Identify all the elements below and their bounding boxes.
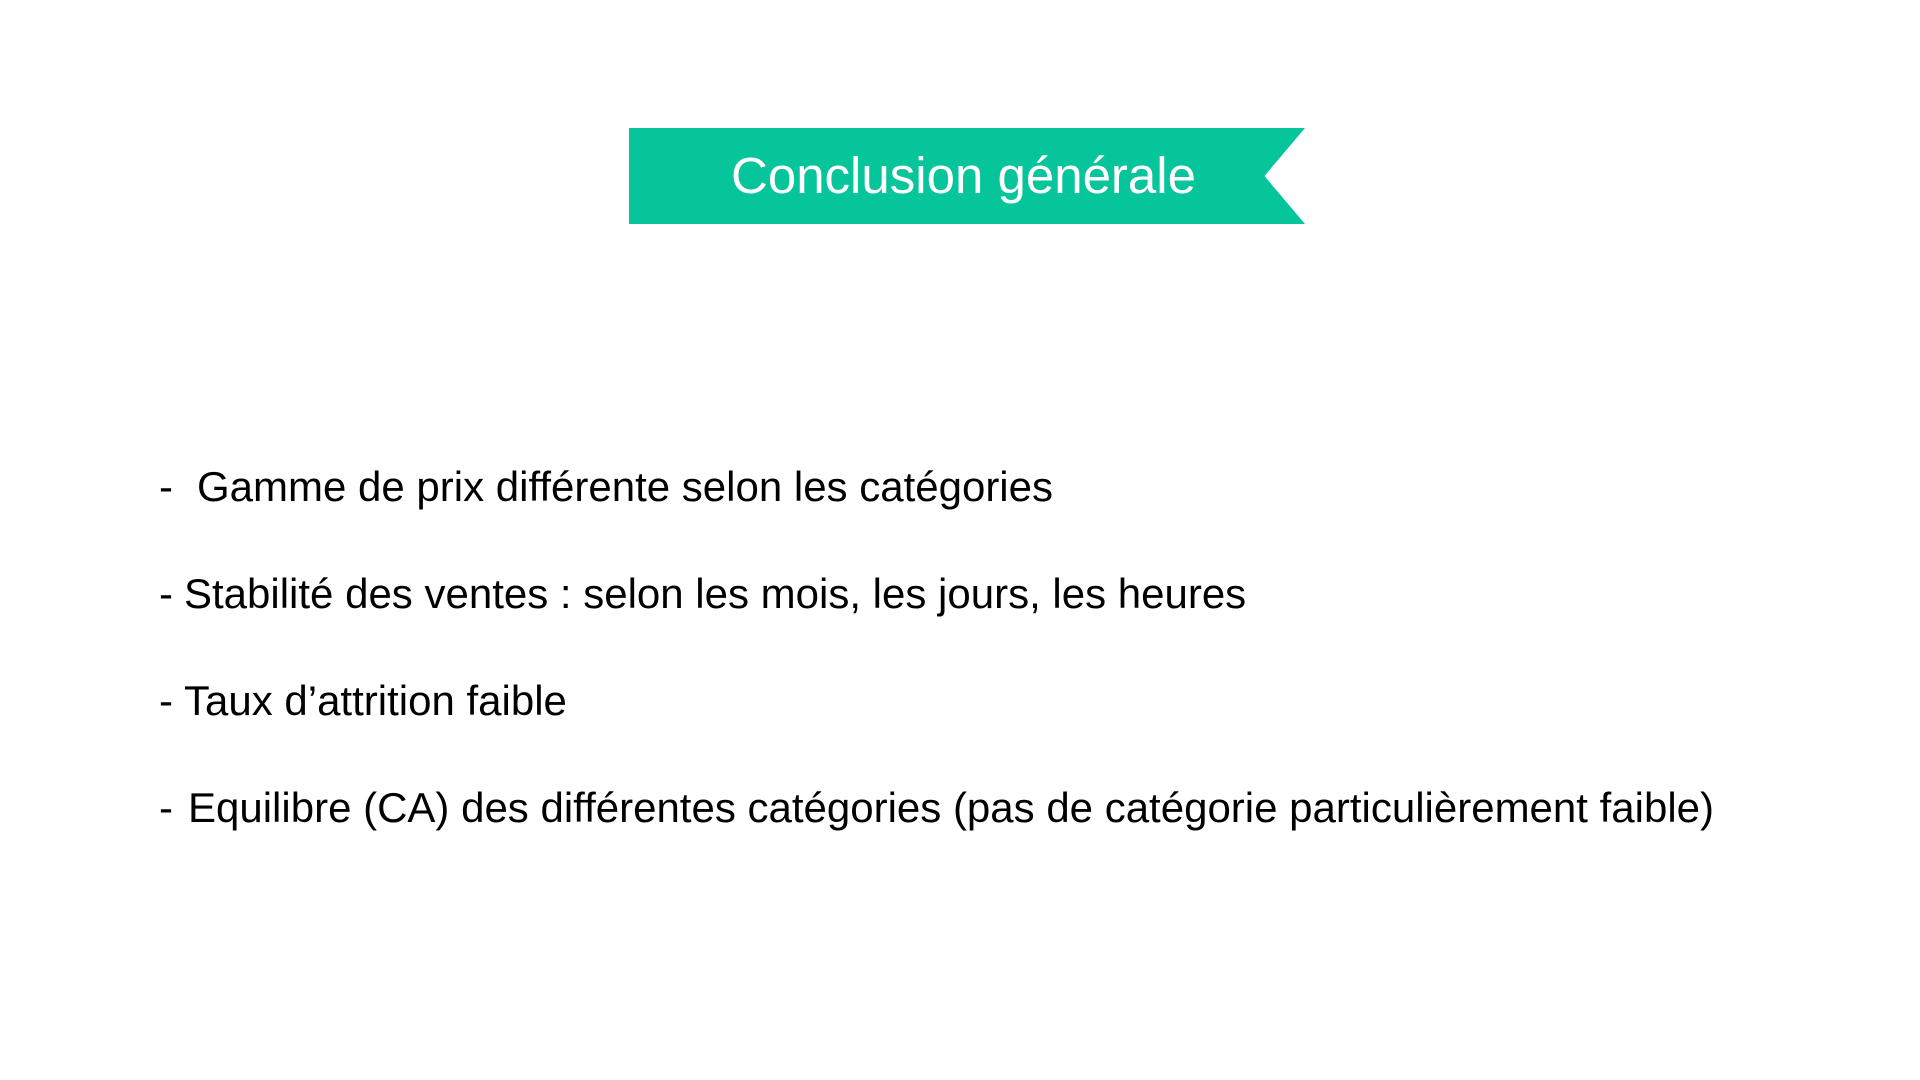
bullet-item: - Gamme de prix différente selon les caté… — [159, 460, 1759, 513]
slide: Conclusion générale - Gamme de prix diffé… — [0, 0, 1920, 1080]
bullet-text: Equilibre (CA) des différentes catégorie… — [188, 784, 1715, 831]
bullet-text: Gamme de prix différente selon les catég… — [197, 463, 1053, 510]
bullet-list: - Gamme de prix différente selon les caté… — [159, 460, 1759, 888]
bullet-marker: - — [159, 570, 173, 617]
bullet-item: - Taux d’attrition faible — [159, 674, 1759, 727]
slide-title: Conclusion générale — [731, 147, 1196, 204]
bullet-marker: - — [159, 677, 173, 724]
bullet-item: - Stabilité des ventes : selon les mois, … — [159, 567, 1759, 620]
bullet-marker: - — [159, 784, 173, 831]
bullet-text: Stabilité des ventes : selon les mois, l… — [184, 570, 1247, 617]
bullet-marker: - — [159, 463, 173, 510]
bullet-item: - Equilibre (CA) des différentes catégori… — [159, 781, 1759, 834]
bullet-text: Taux d’attrition faible — [184, 677, 567, 724]
title-banner: Conclusion générale — [629, 128, 1305, 224]
